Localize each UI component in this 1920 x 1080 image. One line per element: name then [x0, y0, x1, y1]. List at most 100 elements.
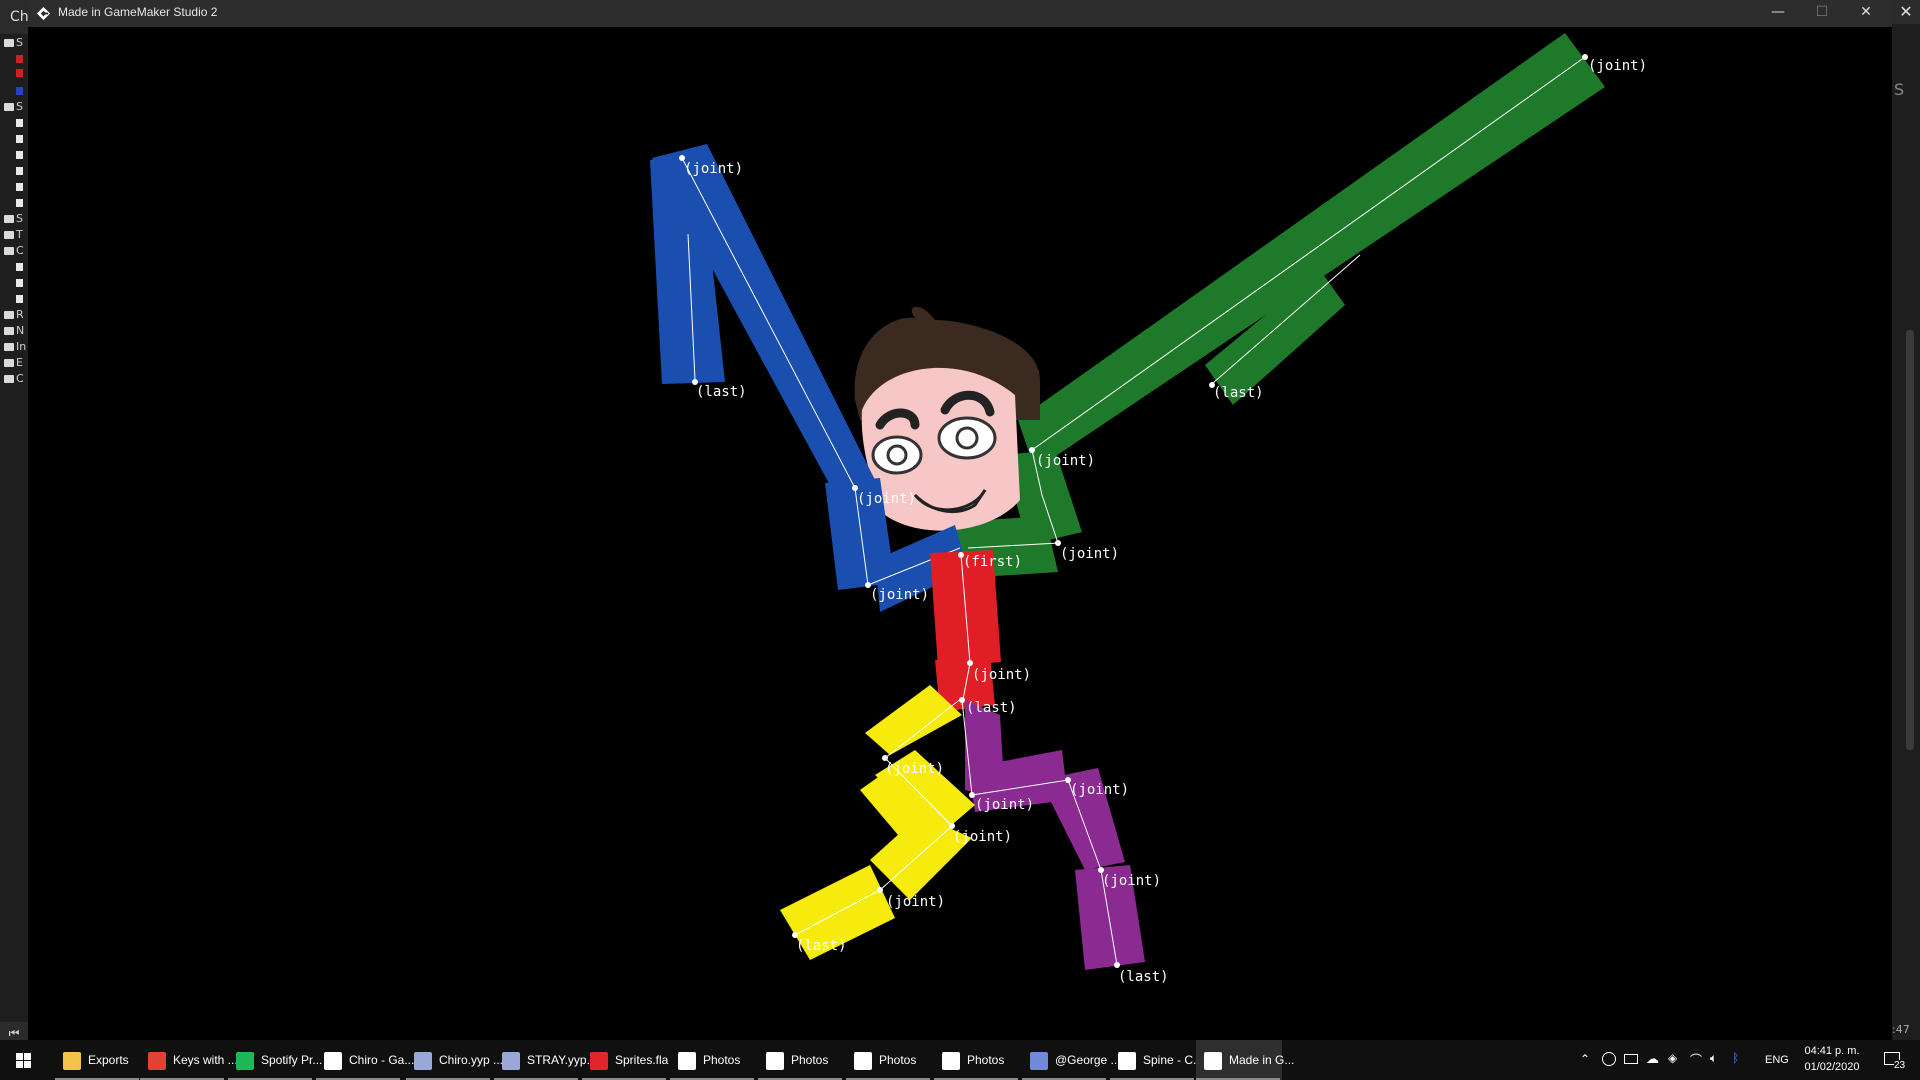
background-tree-item[interactable]	[4, 164, 28, 178]
taskbar-item[interactable]: Sprites.fla	[582, 1040, 668, 1080]
desktop: Ch S S S T C R N In E C ⏮ ✕ S :47 Made in GameMak…	[0, 0, 1920, 1080]
file-icon	[16, 263, 23, 271]
bone-label: (last)	[1118, 969, 1169, 985]
taskbar: Exports Keys with ... Spotify Pr... Chiro -…	[0, 1040, 1920, 1080]
file-icon	[16, 183, 23, 191]
background-tree-item[interactable]	[4, 148, 28, 162]
taskbar-item[interactable]: Chiro - Ga...	[316, 1040, 414, 1080]
app-tray-icon[interactable]	[1602, 1052, 1616, 1066]
taskbar-item[interactable]: Photos	[846, 1040, 932, 1080]
bone-label: (last)	[796, 938, 847, 954]
file-icon	[16, 199, 23, 207]
close-icon: ✕	[1860, 4, 1872, 20]
taskbar-item[interactable]: Photos	[758, 1040, 844, 1080]
bone-label: (joint)	[870, 587, 929, 603]
background-tree-item[interactable]	[4, 116, 28, 130]
joint-dot	[1114, 962, 1120, 968]
taskbar-item[interactable]: Spotify Pr...	[228, 1040, 322, 1080]
bone-label: (joint)	[975, 797, 1034, 813]
bone-label: (last)	[696, 384, 747, 400]
cloud-icon[interactable]: ☁	[1646, 1051, 1659, 1067]
background-tree-label: R	[16, 308, 24, 321]
close-button[interactable]: ✕	[1844, 0, 1888, 27]
background-tree-item[interactable]	[4, 292, 28, 306]
battery-icon[interactable]	[1624, 1054, 1638, 1064]
chevron-up-icon[interactable]: ⌃	[1580, 1052, 1590, 1066]
background-tree-item[interactable]: R	[4, 308, 28, 322]
background-tree-item[interactable]: S	[4, 100, 28, 114]
game-canvas[interactable]: (joint) (last) (joint) (joint) (joint) (…	[28, 27, 1892, 1040]
background-tree-item[interactable]: In	[4, 340, 28, 354]
taskbar-item[interactable]: Exports	[55, 1040, 141, 1080]
bone-label: (joint)	[684, 161, 743, 177]
bluetooth-icon[interactable]: ᛒ	[1732, 1051, 1739, 1065]
network-icon[interactable]: ⌒	[1690, 1051, 1702, 1068]
background-tree-item[interactable]	[4, 66, 28, 80]
minimize-button[interactable]: —	[1756, 0, 1800, 27]
photos-icon	[854, 1051, 872, 1070]
background-tree-item[interactable]	[4, 276, 28, 290]
background-close-icon[interactable]: ✕	[1892, 0, 1920, 24]
taskbar-item-label: Chiro - Ga...	[349, 1053, 415, 1067]
minimize-icon: —	[1771, 4, 1785, 20]
background-tree-item[interactable]	[4, 132, 28, 146]
taskbar-item[interactable]: Keys with ...	[140, 1040, 238, 1080]
background-tree-label: S	[16, 212, 23, 225]
background-tree-item[interactable]	[4, 260, 28, 274]
taskbar-item[interactable]: Photos	[934, 1040, 1020, 1080]
background-tree-item[interactable]	[4, 196, 28, 210]
joint-dot	[1029, 447, 1035, 453]
background-tree-item[interactable]: S	[4, 212, 28, 226]
folder-icon	[4, 103, 14, 111]
gamemaker-icon	[1204, 1051, 1222, 1070]
background-tree-item[interactable]: T	[4, 228, 28, 242]
background-tree-item[interactable]	[4, 52, 28, 66]
background-tree-item[interactable]: E	[4, 356, 28, 370]
folder-icon	[4, 375, 14, 383]
language-indicator[interactable]: ENG	[1765, 1040, 1795, 1080]
joint-dot	[877, 887, 883, 893]
background-tree-item[interactable]: C	[4, 244, 28, 258]
photos-icon	[678, 1051, 696, 1070]
maximize-button[interactable]: ☐	[1800, 0, 1844, 27]
taskbar-item[interactable]: Made in G...	[1196, 1040, 1294, 1080]
taskbar-item-label: Photos	[967, 1053, 1005, 1067]
taskbar-item[interactable]: Spine - C...	[1110, 1040, 1203, 1080]
window-titlebar[interactable]: Made in GameMaker Studio 2 — ☐ ✕	[28, 0, 1892, 27]
clock[interactable]: 04:41 p. m. 01/02/2020	[1800, 1043, 1864, 1075]
gamemaker-icon	[36, 6, 51, 21]
background-tree-item[interactable]: N	[4, 324, 28, 338]
file-icon	[16, 279, 23, 287]
volume-icon[interactable]: 🔈︎	[1710, 1051, 1717, 1066]
background-editor-left: Ch S S S T C R N In E C ⏮	[0, 0, 28, 1044]
background-tree-item[interactable]: S	[4, 36, 28, 50]
bone-label: (joint)	[1588, 58, 1647, 74]
bone-label: (joint)	[885, 761, 944, 777]
bone-label: (last)	[1213, 385, 1264, 401]
background-tree-item[interactable]	[4, 180, 28, 194]
bone-label: (joint)	[953, 829, 1012, 845]
discord-icon	[1030, 1051, 1048, 1070]
background-scrollbar[interactable]	[1906, 330, 1914, 750]
bone-label: (joint)	[972, 667, 1031, 683]
bone-label: (joint)	[1102, 873, 1161, 889]
photos-icon	[766, 1051, 784, 1070]
yellow-shin-segment	[870, 815, 972, 900]
background-tree-item[interactable]	[4, 84, 28, 98]
taskbar-item-label: Photos	[879, 1053, 917, 1067]
folder-icon	[4, 343, 14, 351]
action-center-button[interactable]: 23	[1872, 1040, 1920, 1080]
start-button[interactable]	[0, 1040, 48, 1080]
joint-dot	[967, 660, 973, 666]
bone-label: (joint)	[1060, 546, 1119, 562]
taskbar-item[interactable]: Photos	[670, 1040, 756, 1080]
dropbox-icon[interactable]: ◈	[1668, 1051, 1677, 1065]
file-icon	[16, 151, 23, 159]
taskbar-item[interactable]: @George ...	[1022, 1040, 1121, 1080]
taskbar-item[interactable]: Chiro.yyp ...	[406, 1040, 503, 1080]
taskbar-item-label: Photos	[703, 1053, 741, 1067]
taskbar-item[interactable]: STRAY.yyp...	[494, 1040, 597, 1080]
game-window: Made in GameMaker Studio 2 — ☐ ✕ (joint)…	[28, 0, 1892, 1040]
maximize-icon: ☐	[1815, 4, 1829, 20]
background-tree-item[interactable]: C	[4, 372, 28, 386]
